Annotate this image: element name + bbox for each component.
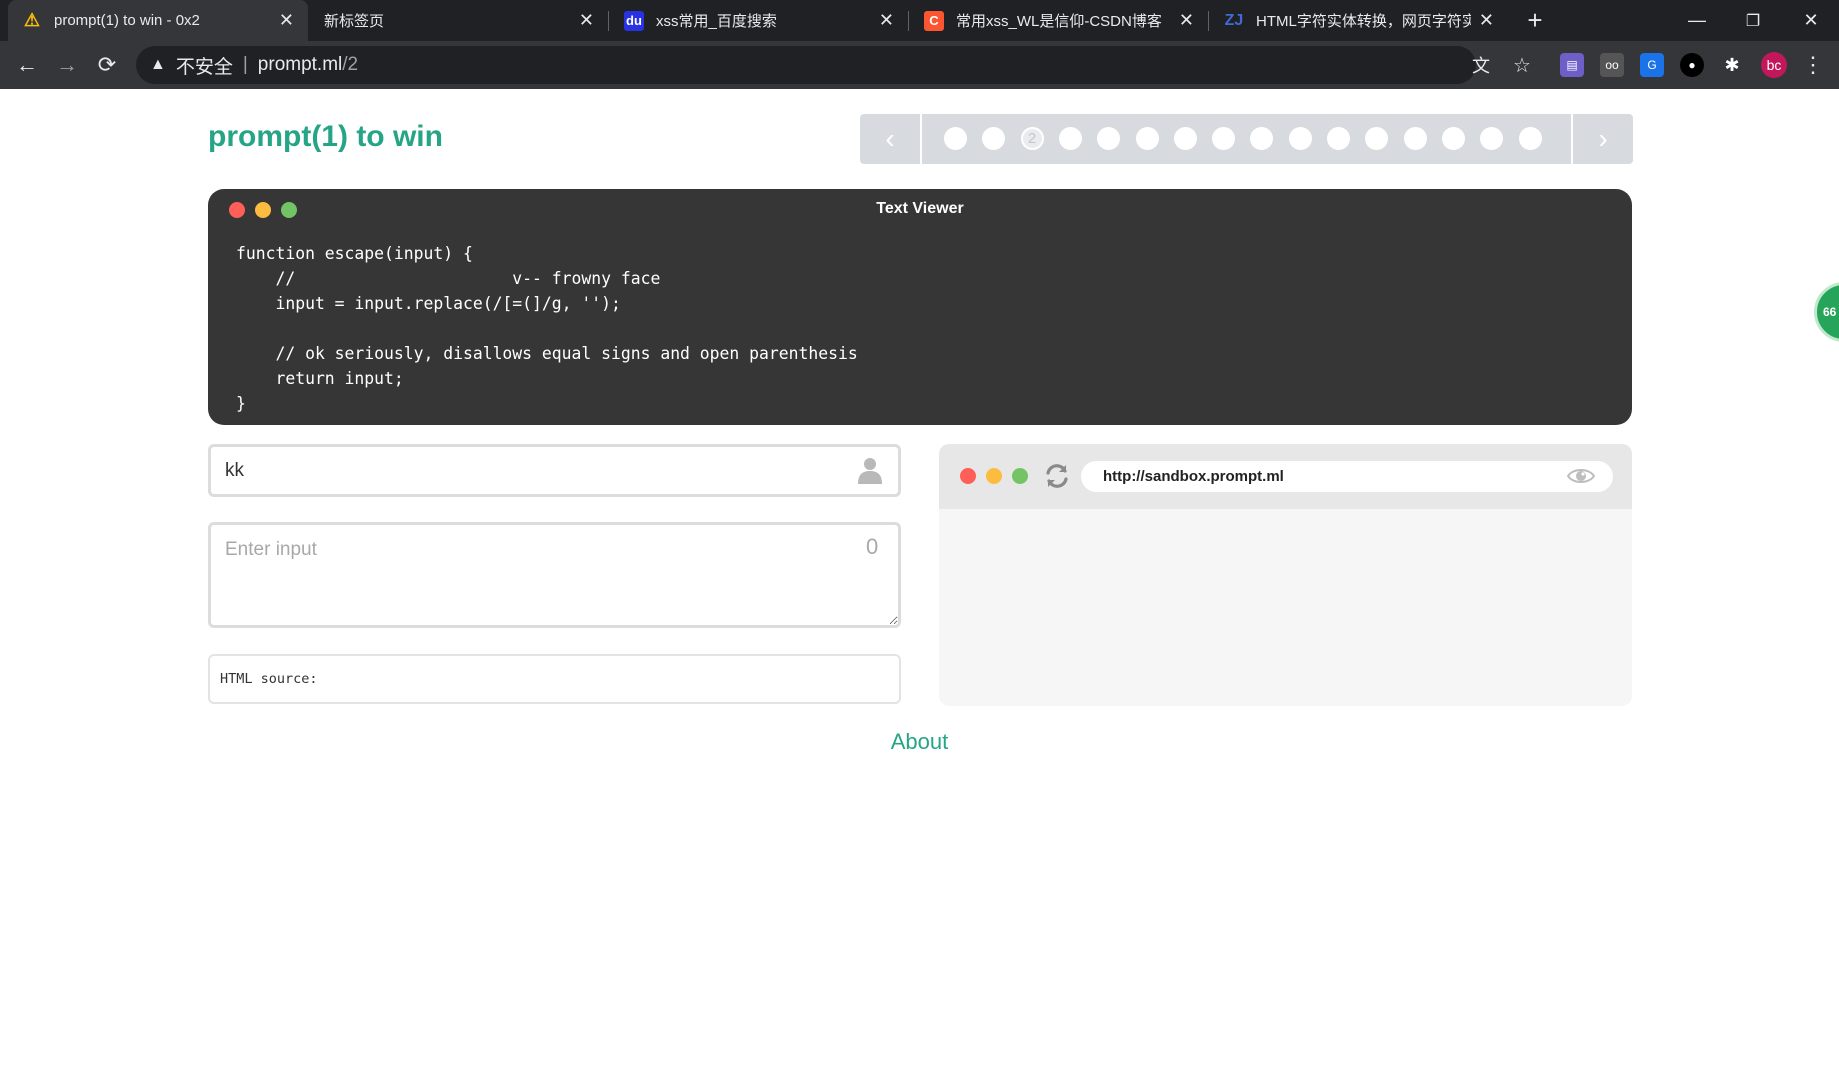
- zj-icon: ZJ: [1224, 11, 1244, 29]
- sandbox-window-controls: [960, 468, 1028, 484]
- close-tab-icon[interactable]: ✕: [279, 10, 294, 31]
- address-bar[interactable]: ▲ 不安全 | prompt.ml /2: [136, 46, 1476, 84]
- level-dot[interactable]: [1097, 127, 1121, 150]
- level-dot[interactable]: [1058, 127, 1082, 150]
- tab-title: HTML字符实体转换，网页字符实: [1256, 13, 1471, 30]
- extension-google-translate-icon[interactable]: G: [1640, 53, 1664, 77]
- text-viewer: Text Viewer function escape(input) { // …: [208, 189, 1632, 425]
- sandbox-toolbar: http://sandbox.prompt.ml: [939, 444, 1632, 509]
- tab-title: 常用xss_WL是信仰-CSDN博客: [956, 13, 1162, 30]
- profile-avatar[interactable]: bc: [1761, 52, 1787, 78]
- sandbox-url: http://sandbox.prompt.ml: [1081, 461, 1613, 492]
- escape-function-code: function escape(input) { // v-- frowny f…: [236, 244, 858, 413]
- tab-csdn-blog[interactable]: C 常用xss_WL是信仰-CSDN博客 ✕: [910, 0, 1208, 41]
- tab-html-entity[interactable]: ZJ HTML字符实体转换，网页字符实 ✕: [1210, 0, 1508, 41]
- name-input[interactable]: kk: [208, 444, 901, 497]
- close-tab-icon[interactable]: ✕: [1479, 10, 1494, 31]
- level-pager: ‹ 2 ›: [860, 114, 1633, 164]
- close-tab-icon[interactable]: ✕: [1179, 10, 1194, 31]
- close-tab-icon[interactable]: ✕: [579, 10, 594, 31]
- tab-baidu-search[interactable]: du xss常用_百度搜索 ✕: [610, 0, 908, 41]
- text-viewer-title: Text Viewer: [876, 200, 964, 217]
- warning-icon: ⚠: [23, 10, 41, 30]
- browser-tab-strip: ⚠ prompt(1) to win - 0x2 ✕ 新标签页 ✕ du xss…: [0, 0, 1839, 41]
- page-title: prompt(1) to win: [208, 120, 443, 153]
- payload-input[interactable]: [208, 522, 901, 628]
- eye-icon[interactable]: [1567, 466, 1595, 486]
- tab-title: 新标签页: [324, 13, 385, 30]
- extension-document-icon[interactable]: ▤: [1560, 53, 1584, 77]
- tab-prompt-ml[interactable]: ⚠ prompt(1) to win - 0x2 ✕: [8, 0, 308, 41]
- level-dot[interactable]: [944, 127, 967, 150]
- level-dot[interactable]: [1480, 127, 1504, 150]
- level-dot[interactable]: [982, 127, 1006, 150]
- security-label[interactable]: 不安全: [176, 52, 233, 79]
- level-dot[interactable]: [1288, 127, 1312, 150]
- baidu-icon: du: [624, 10, 644, 31]
- level-dot[interactable]: [1250, 127, 1274, 150]
- address-divider: |: [242, 54, 248, 75]
- html-source-output: HTML source:: [208, 654, 901, 704]
- level-dot[interactable]: [1518, 127, 1542, 150]
- minimize-window-button[interactable]: —: [1669, 0, 1725, 41]
- green-dot-icon: [1012, 468, 1028, 484]
- not-secure-warning-icon[interactable]: ▲: [150, 56, 166, 74]
- tab-title: prompt(1) to win - 0x2: [54, 12, 200, 29]
- tab-separator: [908, 11, 909, 31]
- level-dot[interactable]: [1135, 127, 1159, 150]
- extension-glasses-icon[interactable]: oo: [1600, 53, 1624, 77]
- sandbox-browser: http://sandbox.prompt.ml: [939, 444, 1632, 706]
- close-window-button[interactable]: ✕: [1783, 0, 1839, 41]
- translate-icon[interactable]: 文: [1467, 51, 1495, 79]
- chevron-left-icon[interactable]: ‹: [860, 114, 922, 164]
- about-link[interactable]: About: [0, 729, 1839, 755]
- chevron-right-icon[interactable]: ›: [1571, 114, 1633, 164]
- extensions-puzzle-icon[interactable]: ✱: [1720, 53, 1744, 77]
- level-dot[interactable]: [1212, 127, 1236, 150]
- address-host: prompt.ml: [257, 54, 343, 75]
- level-dot-active[interactable]: 2: [1020, 127, 1044, 150]
- browser-menu-icon[interactable]: ⋮: [1800, 50, 1826, 80]
- tab-new-tab[interactable]: 新标签页 ✕: [310, 0, 608, 41]
- tab-title: xss常用_百度搜索: [656, 13, 777, 30]
- bookmark-star-icon[interactable]: ☆: [1508, 51, 1536, 79]
- restore-window-button[interactable]: ❐: [1725, 0, 1781, 41]
- refresh-icon[interactable]: [1043, 462, 1071, 490]
- forward-button[interactable]: →: [50, 48, 84, 82]
- character-counter: 0: [866, 534, 879, 559]
- floating-badge[interactable]: 66: [1814, 282, 1839, 342]
- yellow-dot-icon: [986, 468, 1002, 484]
- browser-toolbar: ← → ⟳ ▲ 不安全 | prompt.ml /2 文 ☆ ▤ oo G ● …: [0, 41, 1839, 89]
- level-dot[interactable]: [1365, 127, 1389, 150]
- level-dot[interactable]: [1327, 127, 1350, 150]
- back-button[interactable]: ←: [10, 48, 44, 82]
- tab-separator: [608, 11, 609, 31]
- level-dot[interactable]: [1441, 127, 1465, 150]
- close-tab-icon[interactable]: ✕: [879, 10, 894, 31]
- reload-button[interactable]: ⟳: [90, 48, 124, 82]
- red-dot-icon: [960, 468, 976, 484]
- level-dot[interactable]: [1173, 127, 1197, 150]
- user-icon: [858, 458, 882, 484]
- new-tab-button[interactable]: +: [1520, 6, 1550, 36]
- extension-circle-icon[interactable]: ●: [1680, 53, 1704, 77]
- address-path: /2: [342, 54, 359, 75]
- csdn-icon: C: [924, 10, 944, 31]
- tab-separator: [1208, 11, 1209, 31]
- level-dot[interactable]: [1403, 127, 1427, 150]
